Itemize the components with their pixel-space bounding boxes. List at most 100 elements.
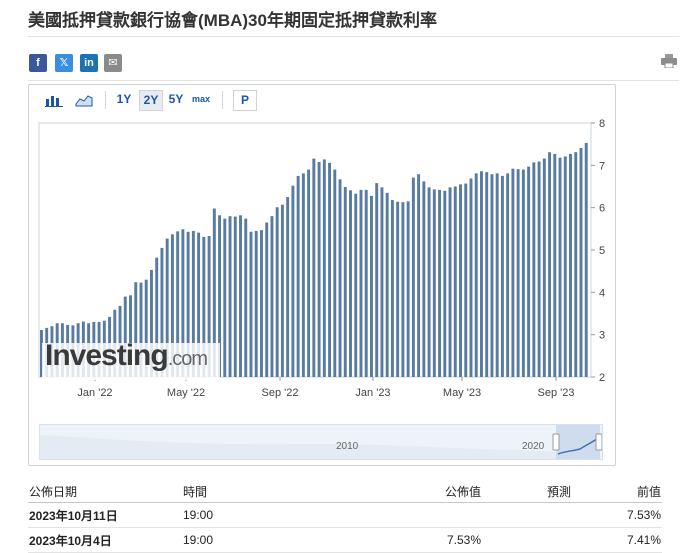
bar bbox=[427, 187, 431, 377]
y-tick-label: 6 bbox=[599, 203, 605, 215]
navigator-label-2010: 2010 bbox=[336, 441, 359, 452]
x-tick-label: Sep '23 bbox=[538, 387, 575, 399]
cell-date: 2023年10月11日 bbox=[28, 502, 182, 528]
bar bbox=[480, 171, 483, 377]
col-previous-header: 前值 bbox=[572, 480, 662, 503]
title-divider bbox=[28, 36, 679, 37]
table-row: 2023年10月11日 19:00 7.53% bbox=[28, 502, 662, 528]
x-tick-label: May '23 bbox=[443, 387, 481, 399]
x-tick-label: Jan '22 bbox=[77, 387, 112, 399]
bar bbox=[579, 147, 583, 377]
bar bbox=[532, 162, 536, 377]
bar bbox=[228, 216, 232, 377]
y-tick-label: 4 bbox=[599, 287, 605, 299]
col-forecast-header: 預測 bbox=[482, 480, 572, 503]
cell-forecast bbox=[482, 527, 572, 553]
twitter-share-button[interactable]: 𝕏 bbox=[55, 54, 73, 72]
bar bbox=[260, 230, 263, 377]
bar bbox=[411, 177, 415, 377]
bar bbox=[459, 184, 462, 377]
bar bbox=[254, 230, 258, 377]
cell-previous: 7.53% bbox=[572, 502, 662, 528]
bar bbox=[422, 181, 426, 377]
bar bbox=[406, 201, 410, 377]
bar bbox=[322, 159, 326, 377]
bar bbox=[506, 173, 510, 377]
bar bbox=[385, 192, 389, 377]
navigator[interactable]: 2010 2020 bbox=[39, 424, 603, 460]
logo-suffix: .com bbox=[167, 348, 208, 370]
bar bbox=[537, 161, 541, 377]
bar bbox=[286, 197, 290, 377]
history-table: 公佈日期 時間 公佈值 預測 前值 2023年10月11日 19:00 7.53… bbox=[28, 480, 662, 553]
bar bbox=[312, 158, 316, 377]
chart-container: 1Y 2Y 5Y max P 2 3 4 5 6 7 8 Jan '22 May '22 Sep … bbox=[28, 84, 616, 466]
y-tick-label: 5 bbox=[599, 245, 605, 257]
y-tick-label: 8 bbox=[599, 118, 605, 130]
bar bbox=[511, 168, 515, 377]
bar bbox=[239, 215, 242, 377]
bar bbox=[558, 157, 562, 377]
bar bbox=[584, 142, 588, 377]
cell-previous: 7.41% bbox=[572, 527, 662, 553]
table-header-row: 公佈日期 時間 公佈值 預測 前值 bbox=[28, 480, 662, 503]
bar bbox=[417, 174, 421, 377]
bar bbox=[569, 153, 572, 377]
bar bbox=[464, 183, 468, 377]
print-icon[interactable] bbox=[661, 54, 677, 69]
page-title: 美國抵押貸款銀行協會(MBA)30年期固定抵押貸款利率 bbox=[28, 11, 437, 30]
navigator-series bbox=[40, 425, 602, 459]
y-tick-label: 7 bbox=[599, 160, 605, 172]
bar bbox=[548, 152, 552, 377]
facebook-share-button[interactable]: f bbox=[29, 54, 47, 72]
cell-actual bbox=[344, 502, 482, 528]
bar bbox=[453, 186, 457, 377]
bar bbox=[338, 179, 342, 377]
bar bbox=[443, 190, 447, 377]
table-row: 2023年10月4日 19:00 7.53% 7.41% bbox=[28, 527, 662, 553]
cell-actual: 7.53% bbox=[344, 527, 482, 553]
x-tick-label: Jan '23 bbox=[355, 387, 390, 399]
bar bbox=[401, 202, 405, 377]
bar bbox=[296, 175, 300, 377]
bar bbox=[500, 175, 504, 377]
y-tick-label: 3 bbox=[599, 330, 605, 342]
bar bbox=[223, 218, 227, 377]
bar bbox=[370, 195, 373, 377]
linkedin-share-button[interactable]: in bbox=[80, 54, 98, 72]
logo-brand: Investing bbox=[45, 339, 169, 372]
share-divider bbox=[28, 80, 679, 81]
bar bbox=[574, 152, 578, 377]
bar bbox=[521, 169, 525, 377]
bar bbox=[438, 189, 442, 377]
bar bbox=[485, 172, 489, 377]
bar bbox=[301, 173, 305, 377]
col-actual-header: 公佈值 bbox=[344, 480, 482, 503]
bar bbox=[333, 169, 337, 377]
cell-date: 2023年10月4日 bbox=[28, 527, 182, 553]
bar bbox=[280, 204, 284, 377]
bar bbox=[469, 178, 473, 377]
bar bbox=[317, 161, 321, 377]
bar bbox=[490, 174, 494, 377]
bar bbox=[553, 153, 557, 377]
cell-time: 19:00 bbox=[182, 527, 344, 553]
bar bbox=[516, 169, 520, 377]
bar bbox=[390, 200, 394, 377]
bar bbox=[448, 187, 452, 377]
bar bbox=[375, 183, 379, 377]
bar bbox=[249, 231, 253, 377]
x-tick-label: May '22 bbox=[167, 387, 205, 399]
email-share-button[interactable]: ✉ bbox=[104, 54, 122, 72]
y-tick-label: 2 bbox=[599, 372, 605, 384]
bar bbox=[328, 162, 332, 377]
navigator-label-2020: 2020 bbox=[522, 441, 545, 452]
bar bbox=[359, 189, 363, 377]
cell-forecast bbox=[482, 502, 572, 528]
bar bbox=[527, 166, 531, 377]
bar bbox=[396, 201, 400, 377]
cell-time: 19:00 bbox=[182, 502, 344, 528]
bar bbox=[307, 169, 311, 377]
bar bbox=[364, 189, 368, 377]
bar bbox=[354, 193, 358, 377]
